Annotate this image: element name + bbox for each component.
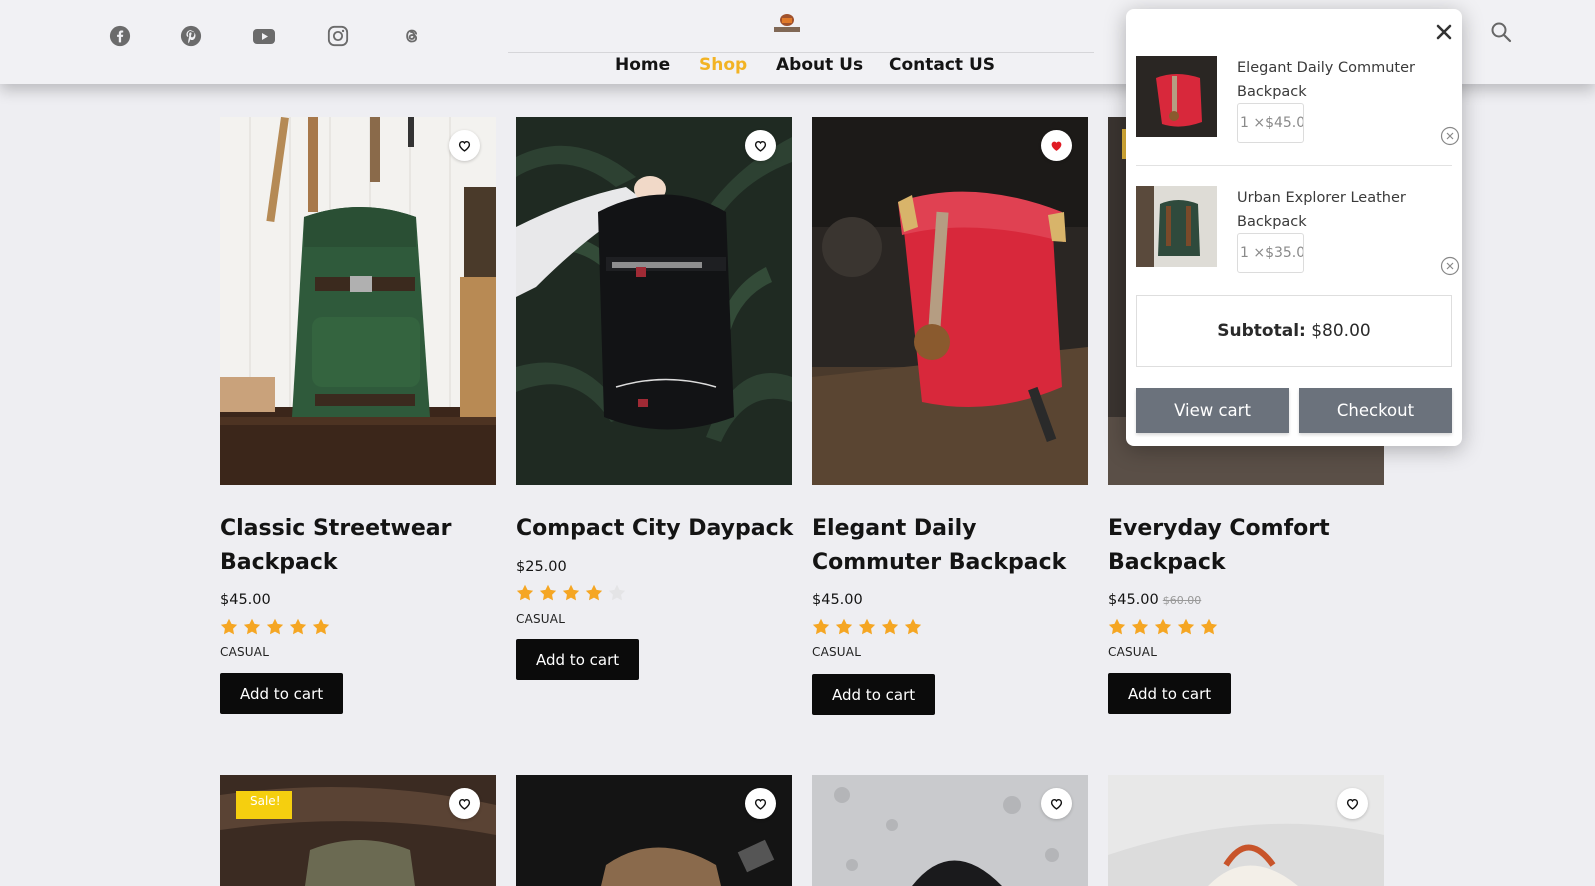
rating-stars [220,618,330,635]
heart-outline-icon [754,798,767,810]
cart-item-name[interactable]: Urban Explorer Leather Backpack [1237,186,1432,234]
heart-outline-icon [1346,798,1359,810]
star-empty-icon [608,584,626,601]
sale-badge: Sale! [236,791,292,819]
star-icon [1177,618,1195,635]
mini-cart-panel: Elegant Daily Commuter Backpack 1 ×$45.0… [1126,9,1462,446]
heart-outline-icon [1050,798,1063,810]
product-title[interactable]: Classic Streetwear Backpack [220,512,502,580]
remove-item-icon[interactable] [1440,256,1460,276]
product-price: $45.00 [812,592,863,608]
nav-about-us[interactable]: About Us [776,55,863,75]
product-price: $45.00 $60.00 [1108,592,1202,608]
star-icon [858,618,876,635]
star-icon [539,584,557,601]
checkout-button[interactable]: Checkout [1299,388,1452,433]
wishlist-button[interactable] [1041,788,1072,819]
cart-item-thumbnail[interactable] [1136,56,1217,137]
product-image[interactable] [516,117,792,485]
brand-logo[interactable] [770,12,804,34]
cart-item-name[interactable]: Elegant Daily Commuter Backpack [1237,56,1432,104]
wishlist-button[interactable] [449,788,480,819]
product-category[interactable]: CASUAL [1108,645,1157,659]
star-icon [812,618,830,635]
heart-outline-icon [754,140,767,152]
rating-stars [516,584,626,601]
product-price: $25.00 [516,559,567,575]
star-icon [562,584,580,601]
star-icon [1131,618,1149,635]
remove-item-icon[interactable] [1440,126,1460,146]
cart-item-quantity[interactable]: 1 ×$45.00 [1237,103,1304,143]
wishlist-button[interactable] [449,130,480,161]
cart-item-thumbnail[interactable] [1136,186,1217,267]
cart-subtotal: Subtotal: $80.00 [1136,295,1452,367]
instagram-icon[interactable] [326,24,350,48]
wishlist-button[interactable] [1337,788,1368,819]
star-icon [904,618,922,635]
pinterest-icon[interactable] [179,24,203,48]
product-title[interactable]: Everyday Comfort Backpack [1108,512,1390,580]
youtube-icon[interactable] [252,24,276,48]
product-title[interactable]: Elegant Daily Commuter Backpack [812,512,1094,580]
product-category[interactable]: CASUAL [220,645,269,659]
star-icon [835,618,853,635]
star-icon [289,618,307,635]
star-icon [1108,618,1126,635]
product-title[interactable]: Compact City Daypack [516,512,798,546]
product-category[interactable]: CASUAL [812,645,861,659]
rating-stars [1108,618,1218,635]
facebook-icon[interactable] [108,24,132,48]
cart-divider [1136,165,1452,166]
star-icon [881,618,899,635]
heart-outline-icon [458,140,471,152]
star-icon [312,618,330,635]
star-icon [1154,618,1172,635]
wishlist-button[interactable] [745,130,776,161]
wishlist-button[interactable] [745,788,776,819]
cart-item-quantity[interactable]: 1 ×$35.00 [1237,233,1304,273]
rating-stars [812,618,922,635]
star-icon [1200,618,1218,635]
old-price: $60.00 [1162,594,1202,607]
product-image[interactable] [812,117,1088,485]
subtotal-value: $80.00 [1311,321,1371,341]
star-icon [516,584,534,601]
nav-divider [508,52,1094,53]
product-image[interactable] [220,117,496,485]
nav-contact-us[interactable]: Contact US [889,55,995,75]
threads-icon[interactable] [400,24,424,48]
view-cart-button[interactable]: View cart [1136,388,1289,433]
star-icon [266,618,284,635]
add-to-cart-button[interactable]: Add to cart [516,639,640,680]
heart-outline-icon [458,798,471,810]
heart-filled-icon [1051,141,1062,151]
add-to-cart-button[interactable]: Add to cart [220,673,344,714]
star-icon [585,584,603,601]
add-to-cart-button[interactable]: Add to cart [1108,673,1232,714]
close-icon[interactable] [1435,23,1453,41]
star-icon [220,618,238,635]
search-icon[interactable] [1490,21,1512,43]
wishlist-button[interactable] [1041,130,1072,161]
subtotal-label: Subtotal: [1217,321,1306,341]
add-to-cart-button[interactable]: Add to cart [812,674,936,715]
nav-shop[interactable]: Shop [699,55,747,75]
nav-home[interactable]: Home [615,55,670,75]
star-icon [243,618,261,635]
product-price: $45.00 [220,592,271,608]
product-category[interactable]: CASUAL [516,612,565,626]
